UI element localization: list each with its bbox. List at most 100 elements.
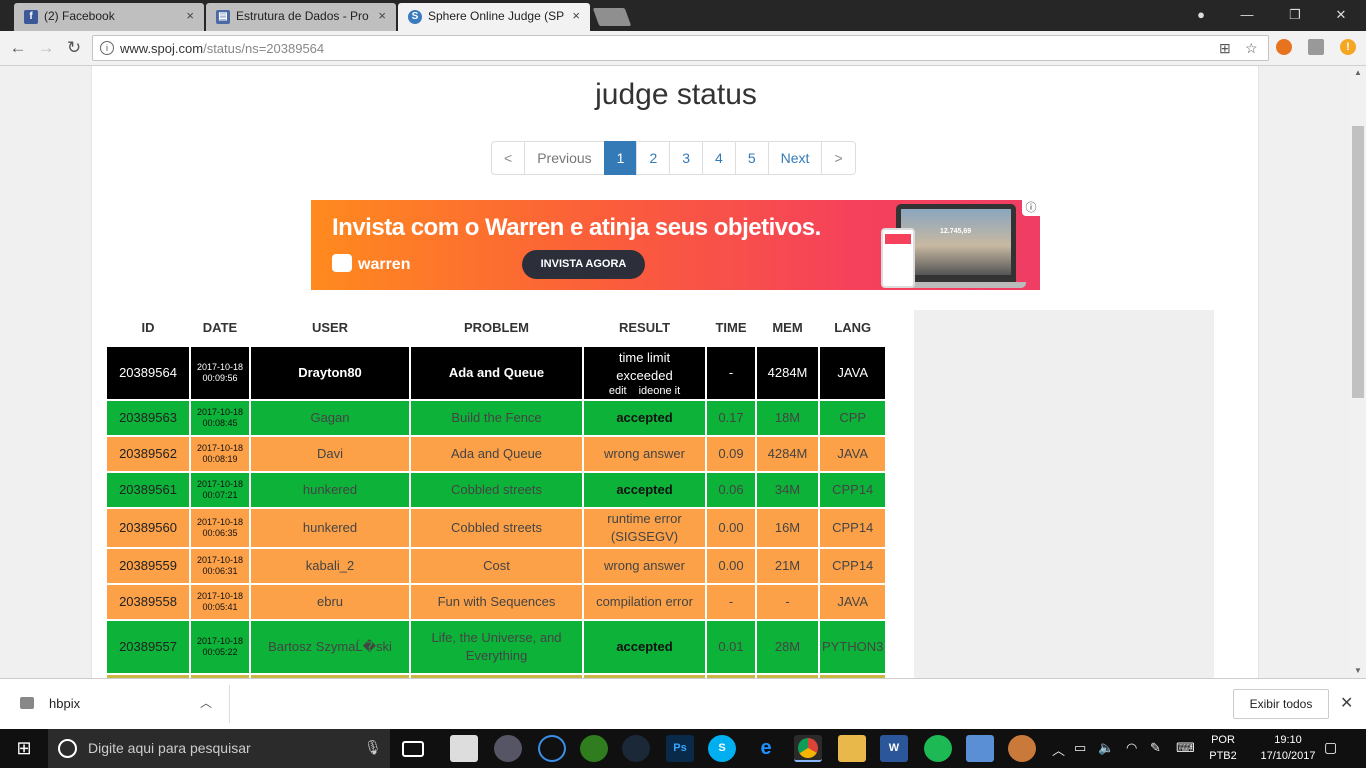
download-item[interactable]: hbpix ︿ (8, 685, 230, 723)
extension-badge-icon[interactable] (1308, 39, 1324, 55)
ideone-link[interactable]: ideone it (639, 385, 681, 397)
cell-user[interactable]: Drayton80 (249, 345, 411, 401)
close-shelf-icon[interactable]: ✕ (1340, 693, 1353, 713)
browser-toolbar: ← → ↻ i www.spoj.com/status/ns=20389564 … (0, 31, 1366, 66)
adchoices-icon[interactable]: ⓘ (1022, 200, 1040, 216)
extension-icon[interactable] (1276, 39, 1292, 55)
forward-icon[interactable]: → (34, 36, 58, 60)
close-tab-icon[interactable]: × (378, 8, 386, 23)
task-view-icon[interactable] (402, 741, 424, 757)
word-icon[interactable]: W (880, 735, 908, 762)
close-tab-icon[interactable]: × (572, 8, 580, 23)
back-icon[interactable]: ← (6, 36, 30, 60)
cell-date: 2017-10-18 00:06:31 (189, 547, 251, 585)
translate-icon[interactable]: ⊞ (1219, 40, 1231, 57)
mail-icon[interactable] (450, 735, 478, 762)
minimize-button[interactable]: — (1224, 2, 1270, 28)
cell-problem[interactable]: Cobbled streets (409, 507, 584, 549)
page-scrollbar[interactable]: ▲ ▼ (1350, 66, 1366, 678)
windows-start-icon[interactable]: ⊞ (0, 729, 48, 768)
paint-icon[interactable] (1008, 735, 1036, 762)
scroll-up-icon[interactable]: ▲ (1350, 66, 1366, 80)
advertisement-banner[interactable]: Invista com o Warren e atinja seus objet… (311, 200, 1040, 290)
pagination-previous[interactable]: Previous (524, 141, 605, 175)
xbox-icon[interactable] (580, 735, 608, 762)
battery-icon[interactable]: ▭ (1074, 740, 1086, 756)
pagination-page-4[interactable]: 4 (702, 141, 736, 175)
bookmark-star-icon[interactable]: ☆ (1245, 40, 1258, 57)
cell-problem[interactable]: Build the Fence (409, 399, 584, 437)
volume-icon[interactable]: 🔈 (1098, 740, 1114, 756)
taskbar-search[interactable]: Digite aqui para pesquisar 🎙 (48, 729, 390, 768)
keyboard-icon[interactable]: ⌨ (1176, 740, 1195, 756)
app-ccleaner-icon[interactable] (538, 735, 566, 762)
new-tab-button[interactable] (592, 8, 632, 26)
info-icon[interactable]: i (100, 41, 114, 55)
tab-spoj[interactable]: S Sphere Online Judge (SP × (398, 3, 590, 31)
cell-user[interactable]: hunkered (249, 507, 411, 549)
pagination-last[interactable]: > (821, 141, 856, 175)
spotify-icon[interactable] (924, 735, 952, 762)
show-all-downloads-button[interactable]: Exibir todos (1233, 689, 1329, 719)
pagination-page-5[interactable]: 5 (734, 141, 769, 175)
cell-user[interactable]: ebru (249, 583, 411, 621)
cell-user[interactable]: kabali_2 (249, 547, 411, 585)
cell-lang: CPP14 (817, 471, 888, 509)
cell-problem[interactable]: Cost (409, 547, 584, 585)
pagination-page-2[interactable]: 2 (636, 141, 671, 175)
wifi-icon[interactable]: ◠ (1126, 740, 1137, 756)
pagination-first[interactable]: < (491, 141, 526, 175)
pagination-page-3[interactable]: 3 (669, 141, 704, 175)
edge-icon[interactable]: e (752, 735, 780, 762)
cell-mem: - (755, 583, 820, 621)
microphone-icon[interactable]: 🎙 (364, 739, 382, 756)
close-window-button[interactable]: ✕ (1318, 2, 1364, 28)
ad-phone-image (881, 228, 915, 288)
app-globe-icon[interactable] (494, 735, 522, 762)
tab-estrutura[interactable]: ▤ Estrutura de Dados - Pro × (206, 3, 396, 31)
clock[interactable]: 19:10 17/10/2017 (1258, 732, 1318, 764)
cell-date: 2017-10-18 00:09:56 (189, 345, 251, 401)
reload-icon[interactable]: ↻ (62, 36, 86, 60)
header-result: RESULT (618, 320, 671, 335)
chevron-up-tray-icon[interactable]: ︿ (1052, 740, 1065, 759)
cell-user[interactable]: Bartosz SzymaĹ�ski (249, 619, 411, 675)
steam-icon[interactable] (622, 735, 650, 762)
restore-button[interactable]: ❐ (1272, 2, 1318, 28)
cell-problem[interactable]: Ada and Queue (409, 435, 584, 473)
cell-user[interactable]: hunkered (249, 471, 411, 509)
table-row: 20389559 2017-10-18 00:06:31 kabali_2 Cos… (105, 547, 888, 585)
tab-facebook[interactable]: f (2) Facebook × (14, 3, 204, 31)
input-language[interactable]: POR PTB2 (1206, 732, 1240, 764)
pagination-next[interactable]: Next (767, 141, 823, 175)
close-tab-icon[interactable]: × (186, 8, 194, 23)
cell-problem[interactable]: Cobbled streets (409, 471, 584, 509)
cell-time: 0.00 (705, 507, 757, 549)
table-row: 20389560 2017-10-18 00:06:35 hunkered Cob… (105, 507, 888, 549)
photoshop-icon[interactable]: Ps (666, 735, 694, 762)
menu-alert-icon[interactable]: ! (1340, 39, 1356, 55)
date-day: 2017-10-18 (196, 407, 244, 417)
cell-problem[interactable]: Ada and Queue (409, 345, 584, 401)
cell-problem[interactable]: Fun with Sequences (409, 583, 584, 621)
cell-time: 0.09 (705, 435, 757, 473)
pen-icon[interactable]: ✎ (1150, 740, 1161, 756)
cell-user[interactable]: Gagan (249, 399, 411, 437)
cell-mem: 16M (755, 507, 820, 549)
notification-icon[interactable]: ▢ (1324, 739, 1337, 756)
skype-icon[interactable]: S (708, 735, 736, 762)
scroll-down-icon[interactable]: ▼ (1350, 664, 1366, 678)
chrome-icon[interactable] (794, 735, 822, 762)
profile-icon[interactable]: ● (1178, 2, 1224, 28)
ad-cta-button[interactable]: INVISTA AGORA (522, 250, 645, 279)
cell-problem[interactable]: Life, the Universe, and Everything (409, 619, 584, 675)
scroll-thumb[interactable] (1352, 126, 1364, 398)
app-box-icon[interactable] (966, 735, 994, 762)
pagination-page-1[interactable]: 1 (603, 141, 638, 175)
address-bar[interactable]: i www.spoj.com/status/ns=20389564 ⊞ ☆ (92, 35, 1269, 61)
chevron-up-icon[interactable]: ︿ (200, 694, 212, 711)
file-explorer-icon[interactable] (838, 735, 866, 762)
cell-user[interactable]: Davi (249, 435, 411, 473)
cell-lang: CPP14 (817, 507, 888, 549)
edit-link[interactable]: edit (609, 385, 627, 397)
